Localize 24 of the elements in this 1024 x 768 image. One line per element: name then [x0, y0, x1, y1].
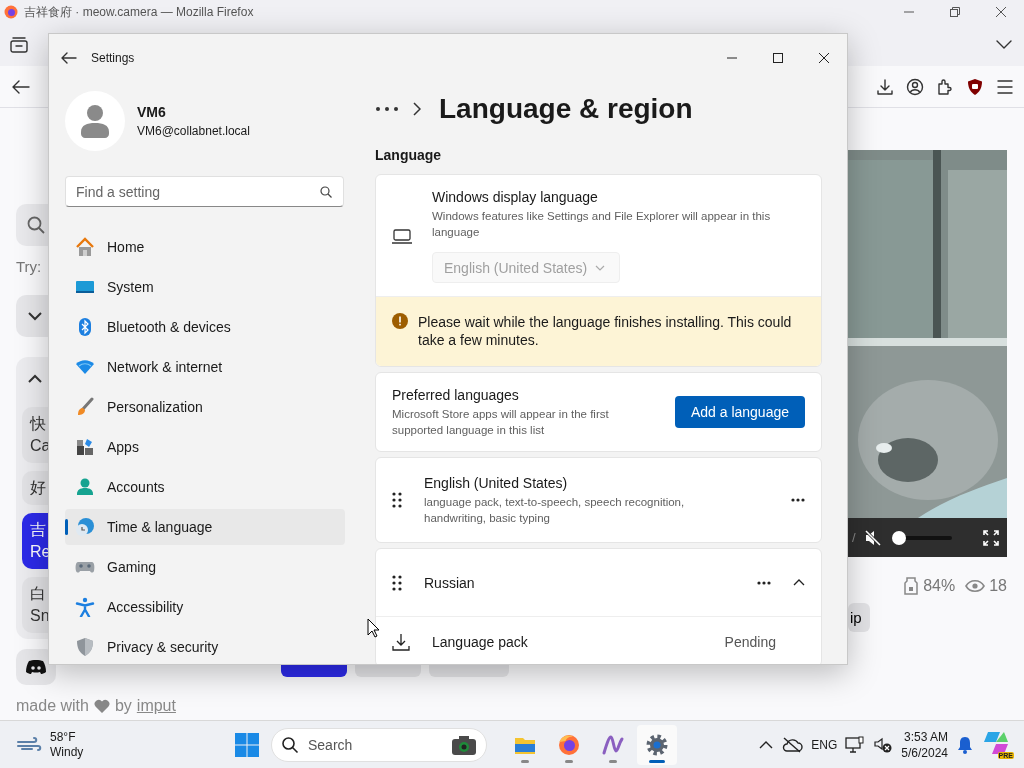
stat-value: 18	[989, 577, 1007, 595]
footer-text: made with	[16, 697, 89, 715]
section-heading: Language	[375, 147, 443, 165]
setting-title: Windows display language	[432, 189, 599, 205]
setting-description: Microsoft Store apps will appear in the first supported language in this list	[392, 406, 610, 438]
temperature: 58°F	[50, 729, 77, 745]
user-email: VM6@collabnet.local	[137, 124, 250, 138]
stat-value: 84%	[923, 577, 956, 595]
setting-title: Preferred languages	[392, 386, 520, 403]
footer-text: by	[114, 697, 132, 715]
language-name: English (United States)	[424, 474, 569, 491]
warning-message: Please wait while the language finishes installing. This could take a few minutes.	[418, 313, 793, 349]
page-heading: Language & region	[439, 93, 693, 125]
language-features: language pack, text-to-speech, speech recognition, handwriting, basic typing	[424, 494, 686, 526]
time-text: /	[852, 530, 856, 545]
window-title: Settings	[91, 51, 136, 65]
setting-description: Windows features like Settings and File Explorer will appear in this language	[432, 209, 772, 240]
window-title: 吉祥食府 · meow.camera — Mozilla Firefox	[24, 3, 255, 21]
user-name: VM6	[137, 104, 167, 120]
hint-text: Try:	[16, 258, 43, 275]
feature-name: Language pack	[432, 633, 529, 650]
language-name: Russian	[424, 574, 476, 591]
feature-status: Pending	[724, 633, 776, 650]
weather-condition: Windy	[50, 744, 84, 760]
